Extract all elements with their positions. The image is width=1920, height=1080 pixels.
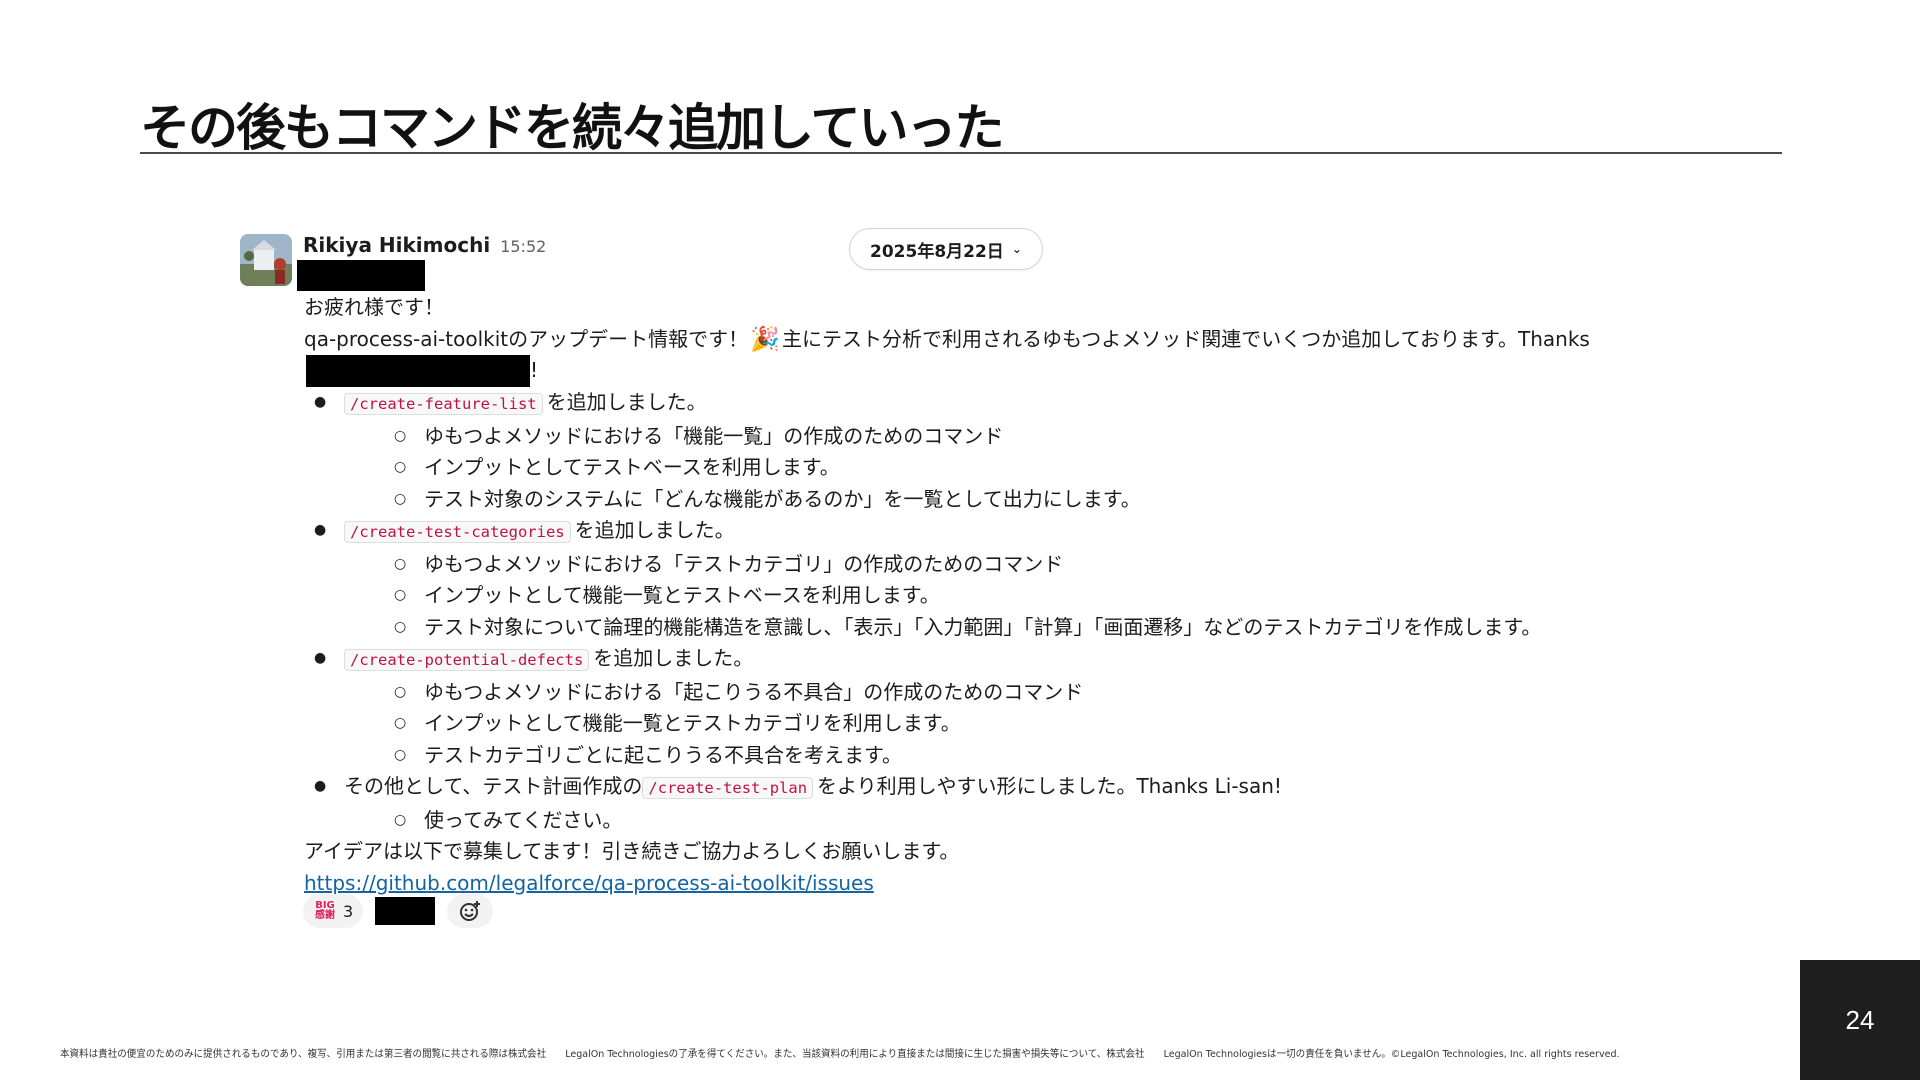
redacted-mention (306, 355, 530, 387)
update-list: /create-feature-listを追加しました。 ゆもつよメソッドにおけ… (304, 387, 1684, 836)
intro-line-2: ! (304, 355, 1684, 387)
emoji-line-2: 感謝 (315, 910, 335, 921)
bullet-text: を追加しました。 (574, 518, 735, 542)
redacted-block (375, 897, 436, 925)
author-name[interactable]: Rikiya Hikimochi (303, 233, 490, 257)
redacted-block (297, 260, 425, 291)
intro-text: qa-process-ai-toolkitのアップデート情報です！ (304, 326, 749, 351)
reactions-bar: BIG 感謝 3 (303, 894, 494, 928)
intro-tail: ! (530, 358, 539, 383)
list-item: その他として、テスト計画作成の/create-test-planをより利用しやす… (304, 771, 1684, 836)
reaction-count: 3 (343, 901, 354, 921)
sub-list-item: ゆもつよメソッドにおける「起こりうる不具合」の作成のためのコマンド (344, 677, 1684, 709)
avatar-photo-icon (240, 234, 292, 286)
closing-line: アイデアは以下で募集してます！引き続きご協力よろしくお願いします。 (304, 839, 960, 863)
sub-list-item: インプットとしてテストベースを利用します。 (344, 452, 1684, 484)
bullet-text: を追加しました。 (546, 390, 707, 414)
bullet-text: を追加しました。 (593, 646, 754, 670)
sub-list-item: インプットとして機能一覧とテストベースを利用します。 (344, 580, 1684, 612)
sub-list-item: テストカテゴリごとに起こりうる不具合を考えます。 (344, 740, 1684, 772)
sub-list-item: ゆもつよメソッドにおける「機能一覧」の作成のためのコマンド (344, 421, 1684, 453)
sub-list-item: ゆもつよメソッドにおける「テストカテゴリ」の作成のためのコマンド (344, 549, 1684, 581)
intro-text-2: 主にテスト分析で利用されるゆもつよメソッド関連でいくつか追加しております。Tha… (782, 326, 1590, 351)
avatar[interactable] (240, 234, 292, 286)
sub-list-item: 使ってみてください。 (344, 805, 1684, 837)
page-number-box: 24 (1800, 960, 1920, 1080)
list-item: /create-potential-defectsを追加しました。 ゆもつよメソ… (304, 643, 1684, 771)
reaction-big-thanks[interactable]: BIG 感謝 3 (303, 894, 364, 928)
sub-list-item: テスト対象について論理的機能構造を意識し、「表示」「入力範囲」「計算」「画面遷移… (344, 612, 1684, 644)
message-timestamp[interactable]: 15:52 (500, 237, 546, 256)
party-popper-icon: 🎉 (750, 324, 781, 353)
command-code: /create-potential-defects (344, 649, 590, 671)
reaction-redacted[interactable] (371, 894, 440, 928)
list-item: /create-test-categoriesを追加しました。 ゆもつよメソッド… (304, 515, 1684, 643)
big-thanks-icon: BIG 感謝 (313, 899, 337, 923)
command-code: /create-test-plan (642, 777, 814, 799)
add-reaction-button[interactable] (447, 894, 494, 928)
bullet-prefix: その他として、テスト計画作成の (344, 774, 643, 798)
greeting-line: お疲れ様です！ (304, 295, 444, 319)
slide-title: その後もコマンドを続々追加していった (140, 99, 1004, 157)
chevron-down-icon: ⌄ (1011, 242, 1022, 256)
sub-list-item: テスト対象のシステムに「どんな機能があるのか」を一覧として出力にします。 (344, 484, 1684, 516)
sub-list-item: インプットとして機能一覧とテストカテゴリを利用します。 (344, 708, 1684, 740)
intro-line: qa-process-ai-toolkitのアップデート情報です！ 🎉 主にテスト分… (304, 324, 1684, 356)
command-code: /create-feature-list (344, 393, 543, 415)
command-code: /create-test-categories (344, 521, 571, 543)
date-divider-button[interactable]: 2025年8月22日 ⌄ (849, 228, 1043, 270)
title-divider (140, 152, 1782, 154)
footer-disclaimer: 本資料は貴社の便宜のためのみに提供されるものであり、複写、引用または第三者の閲覧… (60, 1049, 1620, 1060)
message-body: お疲れ様です！ qa-process-ai-toolkitのアップデート情報です… (304, 292, 1684, 899)
bullet-suffix: をより利用しやすい形にしました。Thanks Li-san! (817, 774, 1282, 798)
page-number: 24 (1845, 1004, 1875, 1035)
add-emoji-icon (460, 901, 481, 921)
date-label: 2025年8月22日 (870, 241, 1004, 262)
list-item: /create-feature-listを追加しました。 ゆもつよメソッドにおけ… (304, 387, 1684, 515)
